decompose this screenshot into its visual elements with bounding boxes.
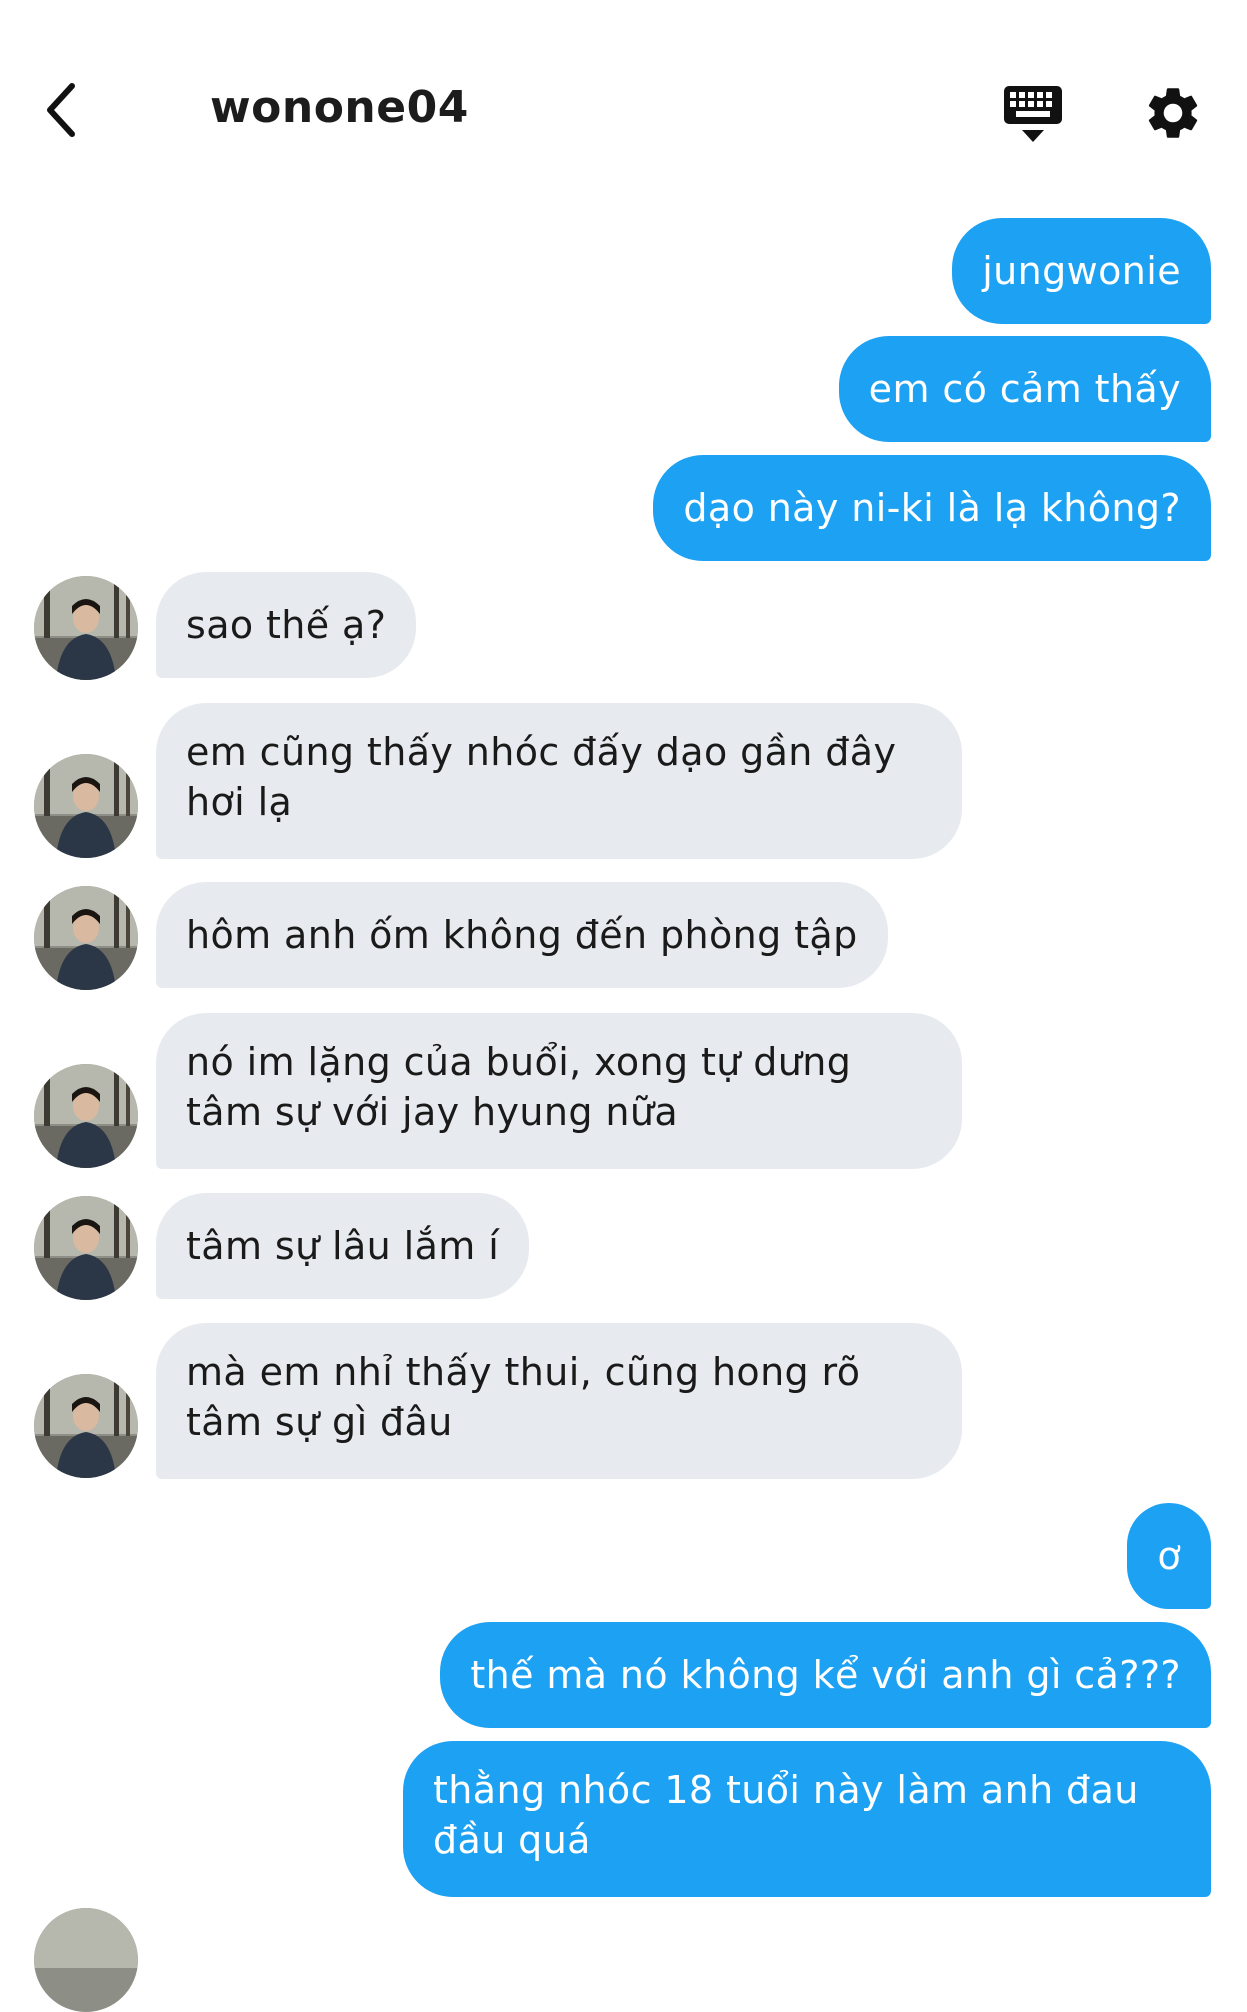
message-text: em có cảm thấy xyxy=(868,367,1181,411)
message-bubble-incoming[interactable]: mà em nhỉ thấy thui, cũng hong rõ tâm sự… xyxy=(156,1323,962,1479)
message-bubble-incoming[interactable]: tâm sự lâu lắm í xyxy=(156,1193,530,1299)
avatar[interactable] xyxy=(34,1908,138,2012)
message-text: nó im lặng của buổi, xong tự dưng tâm sự… xyxy=(186,1040,852,1134)
message-bubble-outgoing[interactable]: dạo này ni-ki là lạ không? xyxy=(653,455,1211,561)
message-text: jungwonie xyxy=(982,249,1181,293)
keyboard-button[interactable] xyxy=(1000,80,1066,146)
avatar[interactable] xyxy=(34,576,138,680)
avatar[interactable] xyxy=(34,1374,138,1478)
avatar-photo xyxy=(34,886,138,990)
avatar-photo xyxy=(34,1374,138,1478)
settings-button[interactable] xyxy=(1142,82,1204,144)
message-text: dạo này ni-ki là lạ không? xyxy=(683,486,1181,530)
chat-header: wonone04 xyxy=(0,0,1247,200)
chat-title: wonone04 xyxy=(210,82,469,133)
message-text: hôm anh ốm không đến phòng tập xyxy=(186,913,858,957)
avatar[interactable] xyxy=(34,1064,138,1168)
message-bubble-outgoing[interactable]: em có cảm thấy xyxy=(838,336,1211,442)
message-text: tâm sự lâu lắm í xyxy=(186,1224,500,1268)
back-button[interactable] xyxy=(38,78,94,148)
avatar-photo xyxy=(34,576,138,680)
message-text: ơ xyxy=(1157,1534,1181,1578)
message-bubble-incoming[interactable]: sao thế ạ? xyxy=(156,572,417,678)
gear-icon xyxy=(1148,88,1198,138)
chevron-left-icon xyxy=(47,83,75,137)
message-bubble-outgoing[interactable]: thằng nhóc 18 tuổi này làm anh đau đầu q… xyxy=(403,1741,1211,1897)
avatar[interactable] xyxy=(34,886,138,990)
message-text: thằng nhóc 18 tuổi này làm anh đau đầu q… xyxy=(433,1768,1139,1862)
message-bubble-incoming[interactable]: hôm anh ốm không đến phòng tập xyxy=(156,882,888,988)
avatar-photo xyxy=(34,1196,138,1300)
message-bubble-outgoing[interactable]: jungwonie xyxy=(952,218,1211,324)
message-text: mà em nhỉ thấy thui, cũng hong rõ tâm sự… xyxy=(186,1350,861,1444)
message-bubble-outgoing[interactable]: ơ xyxy=(1127,1503,1211,1609)
message-text: em cũng thấy nhóc đấy dạo gần đây hơi lạ xyxy=(186,730,897,824)
message-text: sao thế ạ? xyxy=(186,603,387,647)
message-bubble-incoming[interactable]: em cũng thấy nhóc đấy dạo gần đây hơi lạ xyxy=(156,703,962,859)
keyboard-icon xyxy=(1004,86,1062,142)
avatar[interactable] xyxy=(34,1196,138,1300)
message-bubble-incoming[interactable]: nó im lặng của buổi, xong tự dưng tâm sự… xyxy=(156,1013,962,1169)
avatar-photo xyxy=(34,1064,138,1168)
message-text: thế mà nó không kể với anh gì cả??? xyxy=(470,1653,1181,1697)
message-bubble-outgoing[interactable]: thế mà nó không kể với anh gì cả??? xyxy=(440,1622,1211,1728)
avatar-photo xyxy=(34,754,138,858)
avatar[interactable] xyxy=(34,754,138,858)
avatar-photo xyxy=(34,1908,138,2012)
